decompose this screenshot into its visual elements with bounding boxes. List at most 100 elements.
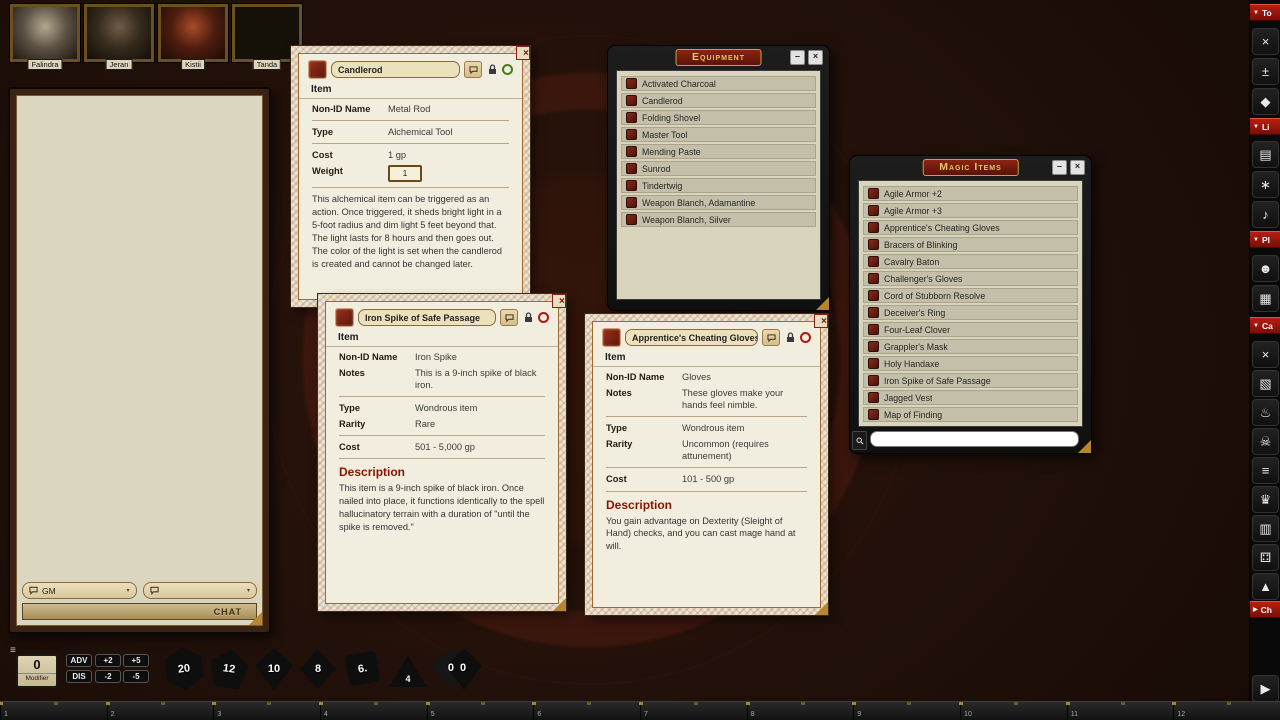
party-sheet-icon[interactable]: ▦ <box>1252 285 1279 312</box>
options-icon[interactable]: ∗ <box>1252 171 1279 198</box>
field-value[interactable]: 101 - 500 gp <box>682 473 807 485</box>
list-item[interactable]: Weapon Blanch, Adamantine <box>621 195 816 210</box>
list-item[interactable]: Deceiver's Ring <box>863 305 1078 320</box>
d10-die[interactable]: 10 <box>254 648 294 690</box>
items-icon[interactable]: ♨ <box>1252 399 1279 426</box>
lock-icon[interactable] <box>486 63 498 77</box>
hotbar-slot[interactable]: 5 <box>427 702 534 720</box>
plus5-button[interactable]: +5 <box>123 654 149 667</box>
lock-icon[interactable] <box>784 331 796 345</box>
field-value[interactable]: Wondrous item <box>682 422 807 434</box>
chat-entry-bar[interactable]: CHAT <box>22 603 257 620</box>
list-item[interactable]: Mending Paste <box>621 144 816 159</box>
tab-item[interactable]: Item <box>326 330 558 347</box>
combat-tracker-icon[interactable]: × <box>1252 341 1279 368</box>
sidebar-section-library[interactable]: ▼Li <box>1250 118 1280 135</box>
speaker-select[interactable]: GM ▾ <box>22 582 137 599</box>
item-name-input[interactable]: Apprentice's Cheating Gloves <box>625 329 758 346</box>
minus2-button[interactable]: -2 <box>95 670 121 683</box>
list-item[interactable]: Cavalry Baton <box>863 254 1078 269</box>
list-item[interactable]: Challenger's Gloves <box>863 271 1078 286</box>
close-icon[interactable]: × <box>808 50 823 65</box>
quests-icon[interactable]: ♛ <box>1252 486 1279 513</box>
plus2-button[interactable]: +2 <box>95 654 121 667</box>
item-name-input[interactable]: Candlerod <box>331 61 460 78</box>
item-name-input[interactable]: Iron Spike of Safe Passage <box>358 309 496 326</box>
item-icon[interactable] <box>335 308 354 327</box>
advantage-button[interactable]: ADV <box>66 654 92 667</box>
lock-icon[interactable] <box>522 311 534 325</box>
d6-die[interactable]: 6. <box>345 651 381 687</box>
hotbar-slot[interactable]: 10 <box>960 702 1067 720</box>
sidebar-section-chat[interactable]: ▶Ch <box>1250 601 1280 618</box>
hotbar-slot[interactable]: 2 <box>107 702 214 720</box>
modifier-stack-icon[interactable]: ≡ <box>10 646 16 656</box>
field-value[interactable]: Wondrous item <box>415 402 545 414</box>
list-item[interactable]: Candlerod <box>621 93 816 108</box>
chat-share-button[interactable] <box>464 61 482 78</box>
field-value[interactable]: This is a 9-inch spike of black iron. <box>415 367 545 391</box>
d8-die[interactable]: 8 <box>300 649 336 689</box>
hotbar-slot[interactable]: 11 <box>1067 702 1174 720</box>
list-item[interactable]: Folding Shovel <box>621 110 816 125</box>
chat-share-button[interactable] <box>500 309 518 326</box>
sidebar-section-tools[interactable]: ▼To <box>1250 4 1280 21</box>
window-title[interactable]: Magic Items <box>922 159 1019 176</box>
hotbar-slot[interactable]: 12 <box>1173 702 1280 720</box>
chat-share-button[interactable] <box>762 329 780 346</box>
modifiers-icon[interactable]: ± <box>1252 58 1279 85</box>
mood-select[interactable]: ▾ <box>143 582 258 599</box>
identified-toggle-icon[interactable] <box>538 312 549 323</box>
item-icon[interactable] <box>308 60 327 79</box>
sidebar-section-campaign[interactable]: ▼Ca <box>1250 317 1280 334</box>
field-value[interactable]: Uncommon (requires attunement) <box>682 438 807 462</box>
list-item[interactable]: Four-Leaf Clover <box>863 322 1078 337</box>
list-item[interactable]: Agile Armor +2 <box>863 186 1078 201</box>
item-icon[interactable] <box>602 328 621 347</box>
hotbar-slot[interactable]: 9 <box>853 702 960 720</box>
list-item[interactable]: Holy Handaxe <box>863 356 1078 371</box>
character-portrait[interactable]: Kistii <box>158 4 228 70</box>
minimize-icon[interactable]: – <box>1052 160 1067 175</box>
field-value[interactable]: These gloves make your hands feel nimble… <box>682 387 807 411</box>
list-item[interactable]: Master Tool <box>621 127 816 142</box>
npcs-icon[interactable]: ☠ <box>1252 428 1279 455</box>
list-item[interactable]: Weapon Blanch, Silver <box>621 212 816 227</box>
close-icon[interactable]: × <box>552 294 566 308</box>
list-item[interactable]: Map of Finding <box>863 407 1078 422</box>
list-item[interactable]: Agile Armor +3 <box>863 203 1078 218</box>
d20-die[interactable]: 20 <box>161 645 208 693</box>
field-value[interactable]: 1 gp <box>388 149 509 161</box>
minimize-icon[interactable]: – <box>790 50 805 65</box>
modules-icon[interactable]: ▤ <box>1252 141 1279 168</box>
hotbar-slot[interactable]: 3 <box>213 702 320 720</box>
disadvantage-button[interactable]: DIS <box>66 670 92 683</box>
characters-icon[interactable]: ☻ <box>1252 255 1279 282</box>
list-item[interactable]: Bracers of Blinking <box>863 237 1078 252</box>
d100-dice[interactable]: 00 <box>431 648 483 690</box>
d4-die[interactable]: 4 <box>389 656 427 687</box>
character-portrait[interactable]: Jeran <box>84 4 154 70</box>
field-value[interactable]: Alchemical Tool <box>388 126 509 138</box>
parcels-icon[interactable]: ≡ <box>1252 457 1279 484</box>
window-title[interactable]: Equipment <box>675 49 762 66</box>
resize-handle[interactable] <box>1078 440 1091 453</box>
hotbar-slot[interactable]: 7 <box>640 702 747 720</box>
character-portrait[interactable]: Falindra <box>10 4 80 70</box>
d12-die[interactable]: 12 <box>206 646 251 691</box>
list-item[interactable]: Apprentice's Cheating Gloves <box>863 220 1078 235</box>
hotbar-slot[interactable]: 6 <box>533 702 640 720</box>
search-icon[interactable] <box>852 431 867 450</box>
list-item[interactable]: Sunrod <box>621 161 816 176</box>
modifier-box[interactable]: 0 Modifier <box>16 654 58 688</box>
identified-toggle-icon[interactable] <box>800 332 811 343</box>
story-icon[interactable]: ▥ <box>1252 515 1279 542</box>
minus5-button[interactable]: -5 <box>123 670 149 683</box>
list-item[interactable]: Tindertwig <box>621 178 816 193</box>
hotbar-slot[interactable]: 8 <box>747 702 854 720</box>
tables-icon[interactable]: ⚃ <box>1252 544 1279 571</box>
effects-icon[interactable]: ◆ <box>1252 88 1279 115</box>
resize-handle[interactable] <box>553 598 566 611</box>
close-icon[interactable]: × <box>516 46 530 60</box>
field-value[interactable]: Metal Rod <box>388 103 509 115</box>
